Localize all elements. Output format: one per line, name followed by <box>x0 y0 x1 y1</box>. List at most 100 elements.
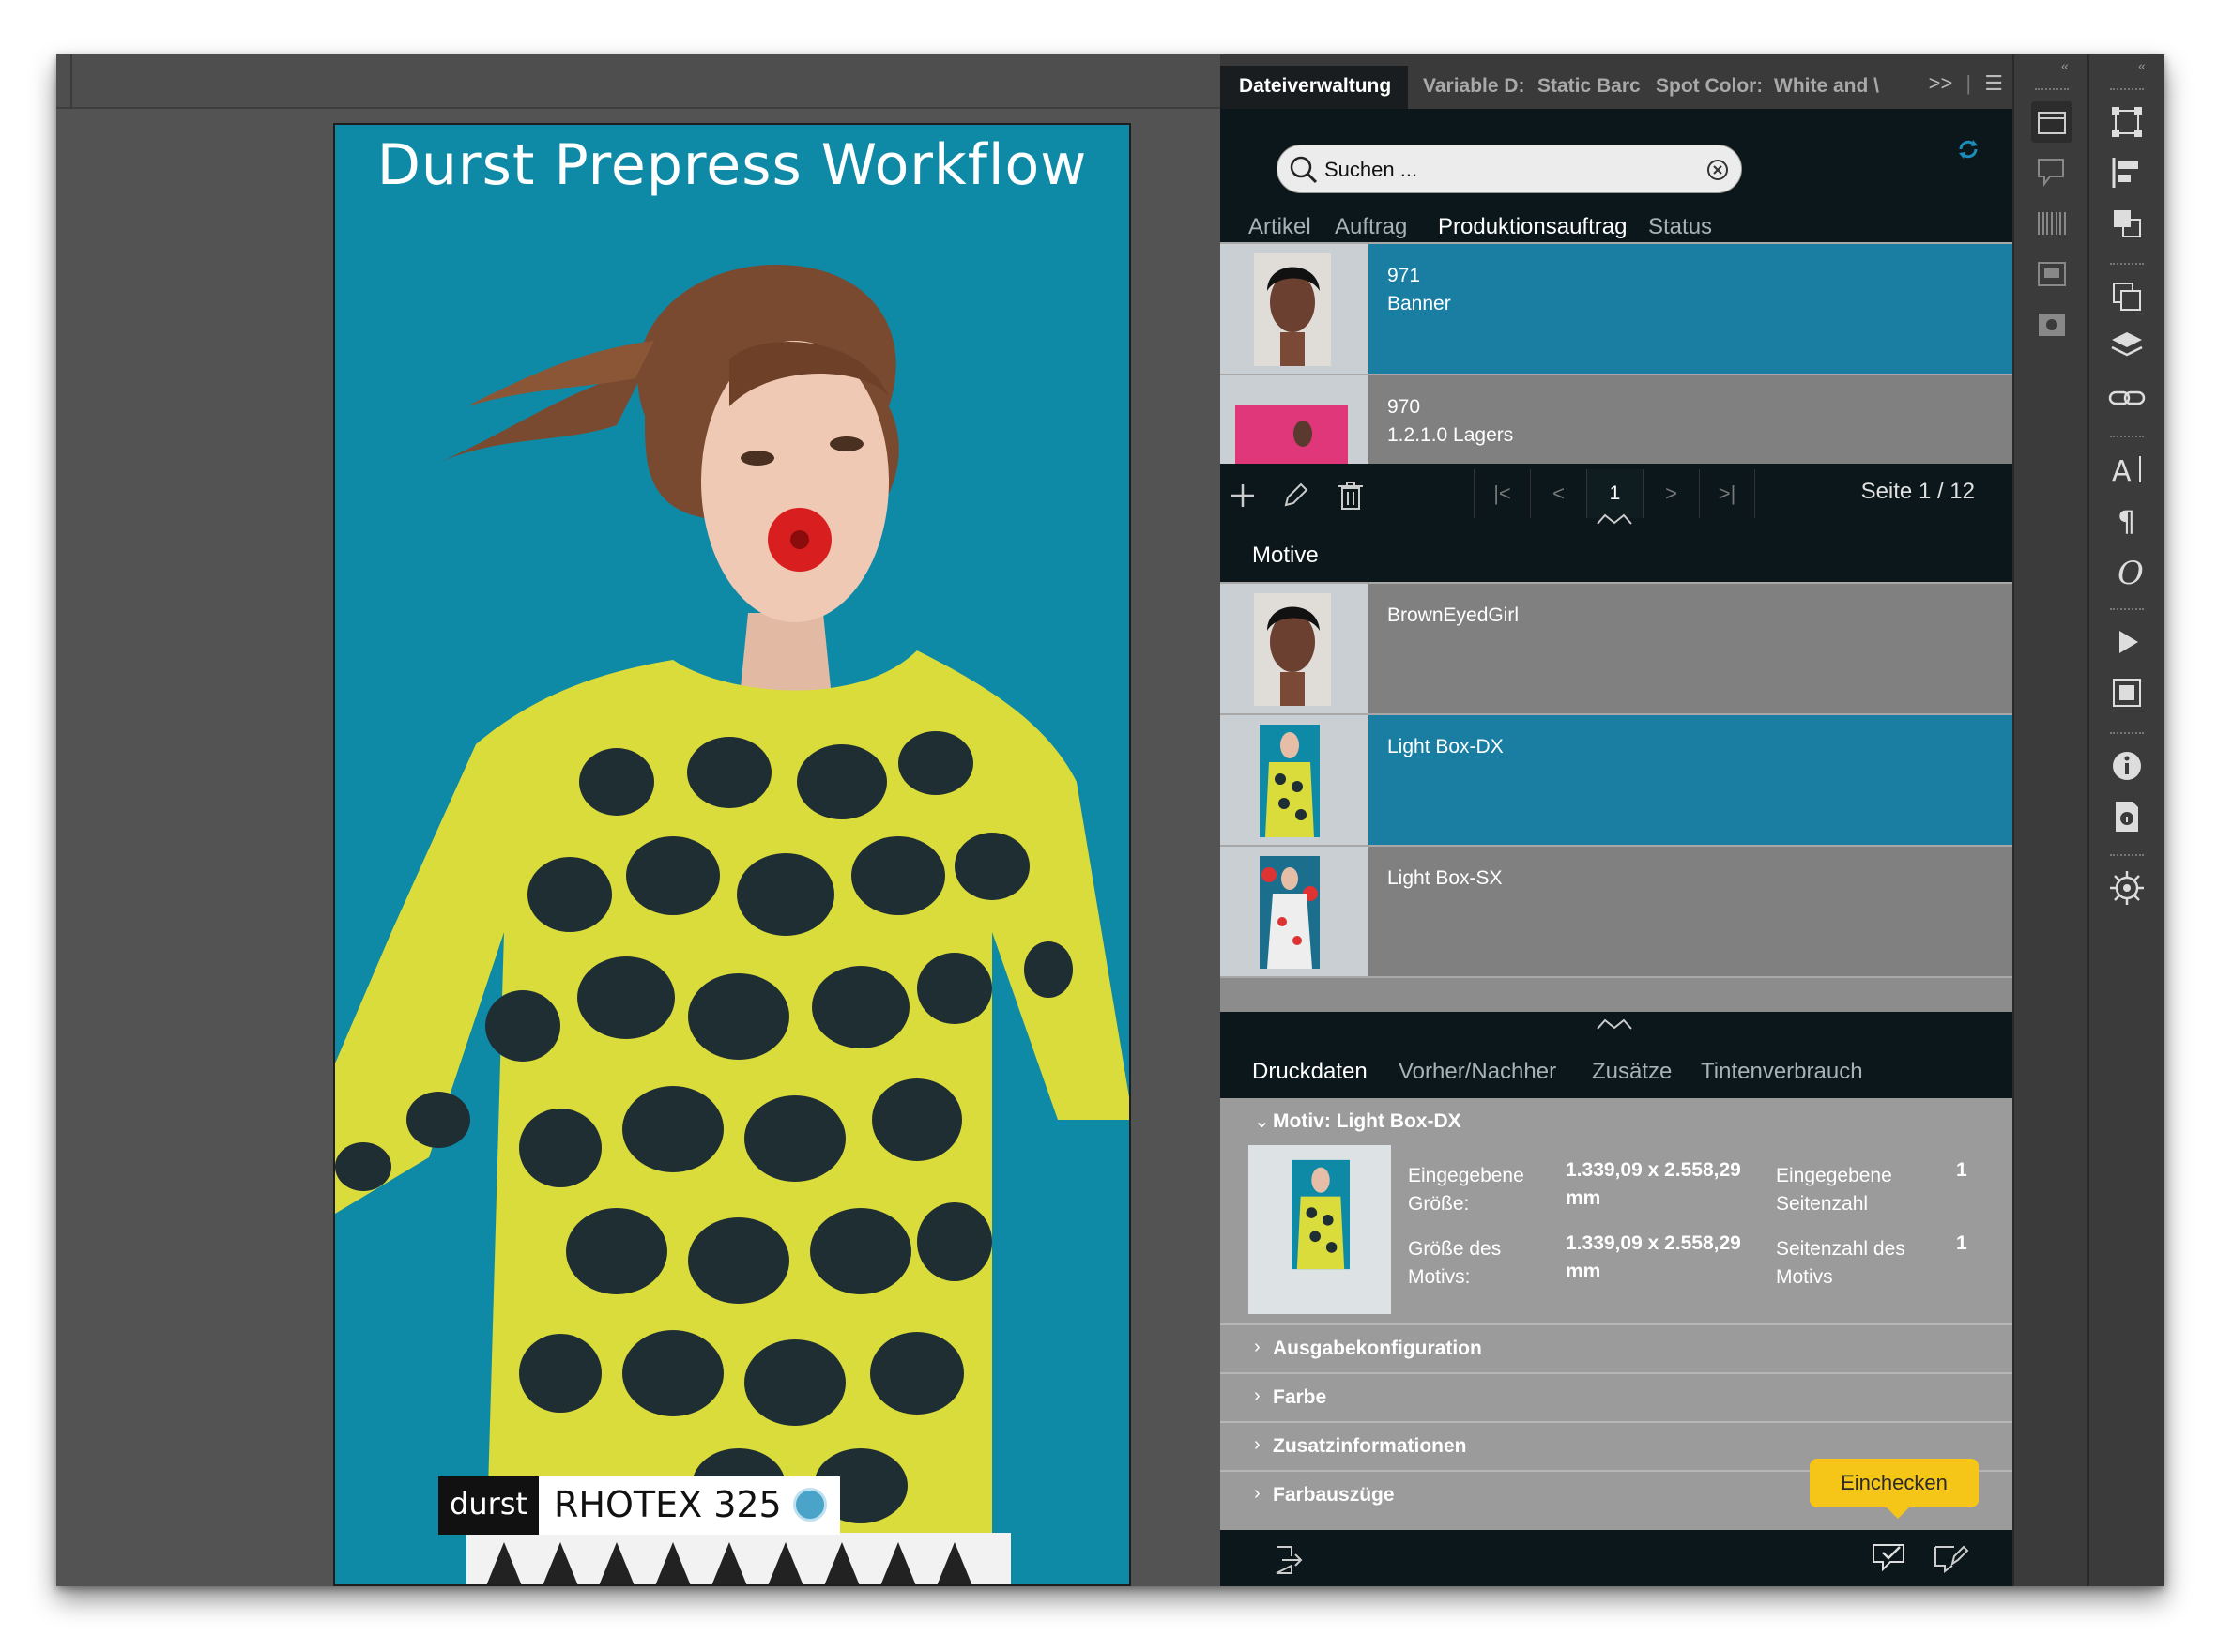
brand-logo: durst RHOTEX 325 <box>438 1476 840 1535</box>
list-spacer <box>1220 976 2012 1012</box>
tab-static-barcode[interactable]: Static Barc <box>1530 66 1643 109</box>
chevron-right-icon: › <box>1254 1483 1261 1504</box>
svg-text:A: A <box>2112 455 2132 488</box>
motive-name: BrownEyedGirl <box>1387 604 1520 626</box>
edit-icon[interactable] <box>1280 481 1310 511</box>
subtab-status[interactable]: Status <box>1648 214 1712 240</box>
tab-variable-data[interactable]: Variable D: <box>1414 66 1524 109</box>
motive-row[interactable]: BrownEyedGirl <box>1220 582 2012 713</box>
tab-dateiverwaltung[interactable]: Dateiverwaltung <box>1220 66 1408 109</box>
workflow-panel: Dateiverwaltung Variable D: Static Barc … <box>1220 54 2012 1586</box>
actions-play-icon[interactable] <box>2106 621 2148 663</box>
svg-text:¶: ¶ <box>2118 506 2135 539</box>
check-in-icon[interactable] <box>1870 1541 1907 1577</box>
info-icon[interactable] <box>2106 745 2148 787</box>
motive-header: Motive <box>1220 528 2012 582</box>
document-info-icon[interactable] <box>2106 796 2148 837</box>
subtab-produktionsauftrag[interactable]: Produktionsauftrag <box>1438 214 1627 240</box>
opentype-icon[interactable]: O <box>2106 550 2148 591</box>
poster-image <box>335 125 1129 1584</box>
settings-wheel-icon[interactable] <box>2106 867 2148 909</box>
chevron-right-icon: › <box>1254 1434 1261 1455</box>
document-tab-strip <box>56 54 1220 109</box>
export-icon[interactable] <box>1271 1543 1305 1577</box>
add-icon[interactable] <box>1228 481 1258 511</box>
tab-tintenverbrauch[interactable]: Tintenverbrauch <box>1701 1059 1863 1085</box>
transform-icon[interactable] <box>2106 101 2148 143</box>
panel-bottom-bar <box>1220 1530 2012 1586</box>
job-id: 971 <box>1387 265 1421 286</box>
character-icon[interactable]: A <box>2106 449 2148 490</box>
section-label: Farbauszüge <box>1273 1484 1395 1506</box>
tab-zusaetze[interactable]: Zusätze <box>1592 1059 1672 1085</box>
tools-dock-strip: « A ¶ O <box>2087 54 2164 1586</box>
barcode-icon[interactable] <box>2031 203 2072 244</box>
first-page-button[interactable]: |< <box>1474 469 1530 518</box>
paragraph-icon[interactable]: ¶ <box>2106 499 2148 541</box>
section-ausgabekonfiguration[interactable]: › Ausgabekonfiguration <box>1220 1323 2012 1372</box>
check-out-edit-icon[interactable] <box>1932 1541 1969 1577</box>
last-page-button[interactable]: >| <box>1699 469 1755 518</box>
durst-logo: durst <box>438 1476 539 1535</box>
section-label: Farbe <box>1273 1386 1327 1408</box>
spot-color-icon[interactable] <box>2031 253 2072 295</box>
tab-druckdaten[interactable]: Druckdaten <box>1252 1059 1368 1085</box>
motive-name: Light Box-DX <box>1387 736 1504 757</box>
motive-thumbnail <box>1220 847 1368 976</box>
page-indicator: Seite 1 / 12 <box>1860 479 1975 504</box>
search-input[interactable]: Suchen ... <box>1277 145 1742 193</box>
chevron-down-icon[interactable]: ⌄ <box>1254 1109 1270 1133</box>
white-ink-icon[interactable] <box>2031 304 2072 345</box>
motif-pages-label: Seitenzahl des Motivs <box>1776 1238 1905 1288</box>
collapse-dock-icon[interactable]: « <box>2138 58 2146 73</box>
panel-menu-icon[interactable]: ☰ <box>1984 71 2003 95</box>
job-thumbnail <box>1220 244 1368 374</box>
page-number-input[interactable]: 1 <box>1586 469 1643 518</box>
section-farbe[interactable]: › Farbe <box>1220 1372 2012 1421</box>
motif-section: ⌄ Motiv: Light Box-DX Eingegebene Größe:… <box>1220 1098 2012 1323</box>
document-artboard[interactable]: Durst Prepress Workflow durst RHOTEX 325 <box>333 123 1131 1586</box>
chevron-right-icon: › <box>1254 1337 1261 1357</box>
chevron-right-icon: › <box>1254 1385 1261 1406</box>
tab-spot-color[interactable]: Spot Color: <box>1648 66 1761 109</box>
clear-search-icon[interactable] <box>1705 158 1730 182</box>
job-name: Banner <box>1387 293 1451 314</box>
artboards-icon[interactable] <box>2106 276 2148 317</box>
collapse-chevron-icon[interactable] <box>1596 1017 1633 1031</box>
entered-pages-label: Eingegebene Seitenzahl <box>1776 1165 1892 1215</box>
panel-tab-bar: Dateiverwaltung Variable D: Static Barc … <box>1220 54 2012 109</box>
motif-size-value: 1.339,09 x 2.558,29 mm <box>1566 1232 1741 1282</box>
layers-icon[interactable] <box>2106 327 2148 368</box>
collapse-chevron-icon[interactable] <box>1596 512 1633 526</box>
pathfinder-icon[interactable] <box>2106 203 2148 244</box>
motive-heading: Motive <box>1252 543 1319 568</box>
motif-preview-image <box>1292 1159 1350 1270</box>
refresh-icon[interactable] <box>1956 137 1980 161</box>
previous-page-button[interactable]: < <box>1530 469 1586 518</box>
motive-row[interactable]: Light Box-DX <box>1220 713 2012 845</box>
motif-section-title[interactable]: Motiv: Light Box-DX <box>1273 1110 1461 1133</box>
asset-export-icon[interactable] <box>2106 672 2148 713</box>
delete-icon[interactable] <box>1337 481 1365 511</box>
tab-overflow-button[interactable]: >> <box>1929 71 1953 95</box>
motif-size-label: Größe des Motivs: <box>1408 1238 1502 1288</box>
detail-tab-bar: Druckdaten Vorher/Nachher Zusätze Tinten… <box>1220 1012 2012 1098</box>
motive-row[interactable]: Light Box-SX <box>1220 845 2012 976</box>
search-area: Suchen ... Artikel Auftrag Produktionsau… <box>1220 109 2012 242</box>
file-manager-icon[interactable] <box>2031 101 2072 143</box>
subtab-auftrag[interactable]: Auftrag <box>1335 214 1407 240</box>
job-row[interactable]: 970 1.2.1.0 Lagers <box>1220 374 2012 464</box>
collapse-dock-icon[interactable]: « <box>2061 58 2069 73</box>
align-icon[interactable] <box>2106 152 2148 193</box>
application-window: Durst Prepress Workflow durst RHOTEX 325… <box>56 54 2164 1586</box>
search-icon <box>1290 156 1318 184</box>
tab-vorher-nachher[interactable]: Vorher/Nachher <box>1399 1059 1556 1085</box>
panel-tab-tools: >> | ☰ <box>1928 71 2003 95</box>
motive-thumbnail <box>1220 584 1368 713</box>
subtab-artikel[interactable]: Artikel <box>1248 214 1311 240</box>
job-row[interactable]: 971 Banner <box>1220 242 2012 374</box>
variable-data-icon[interactable] <box>2031 152 2072 193</box>
links-icon[interactable] <box>2106 377 2148 419</box>
next-page-button[interactable]: > <box>1643 469 1699 518</box>
tab-white-and[interactable]: White and \ <box>1766 66 1879 109</box>
